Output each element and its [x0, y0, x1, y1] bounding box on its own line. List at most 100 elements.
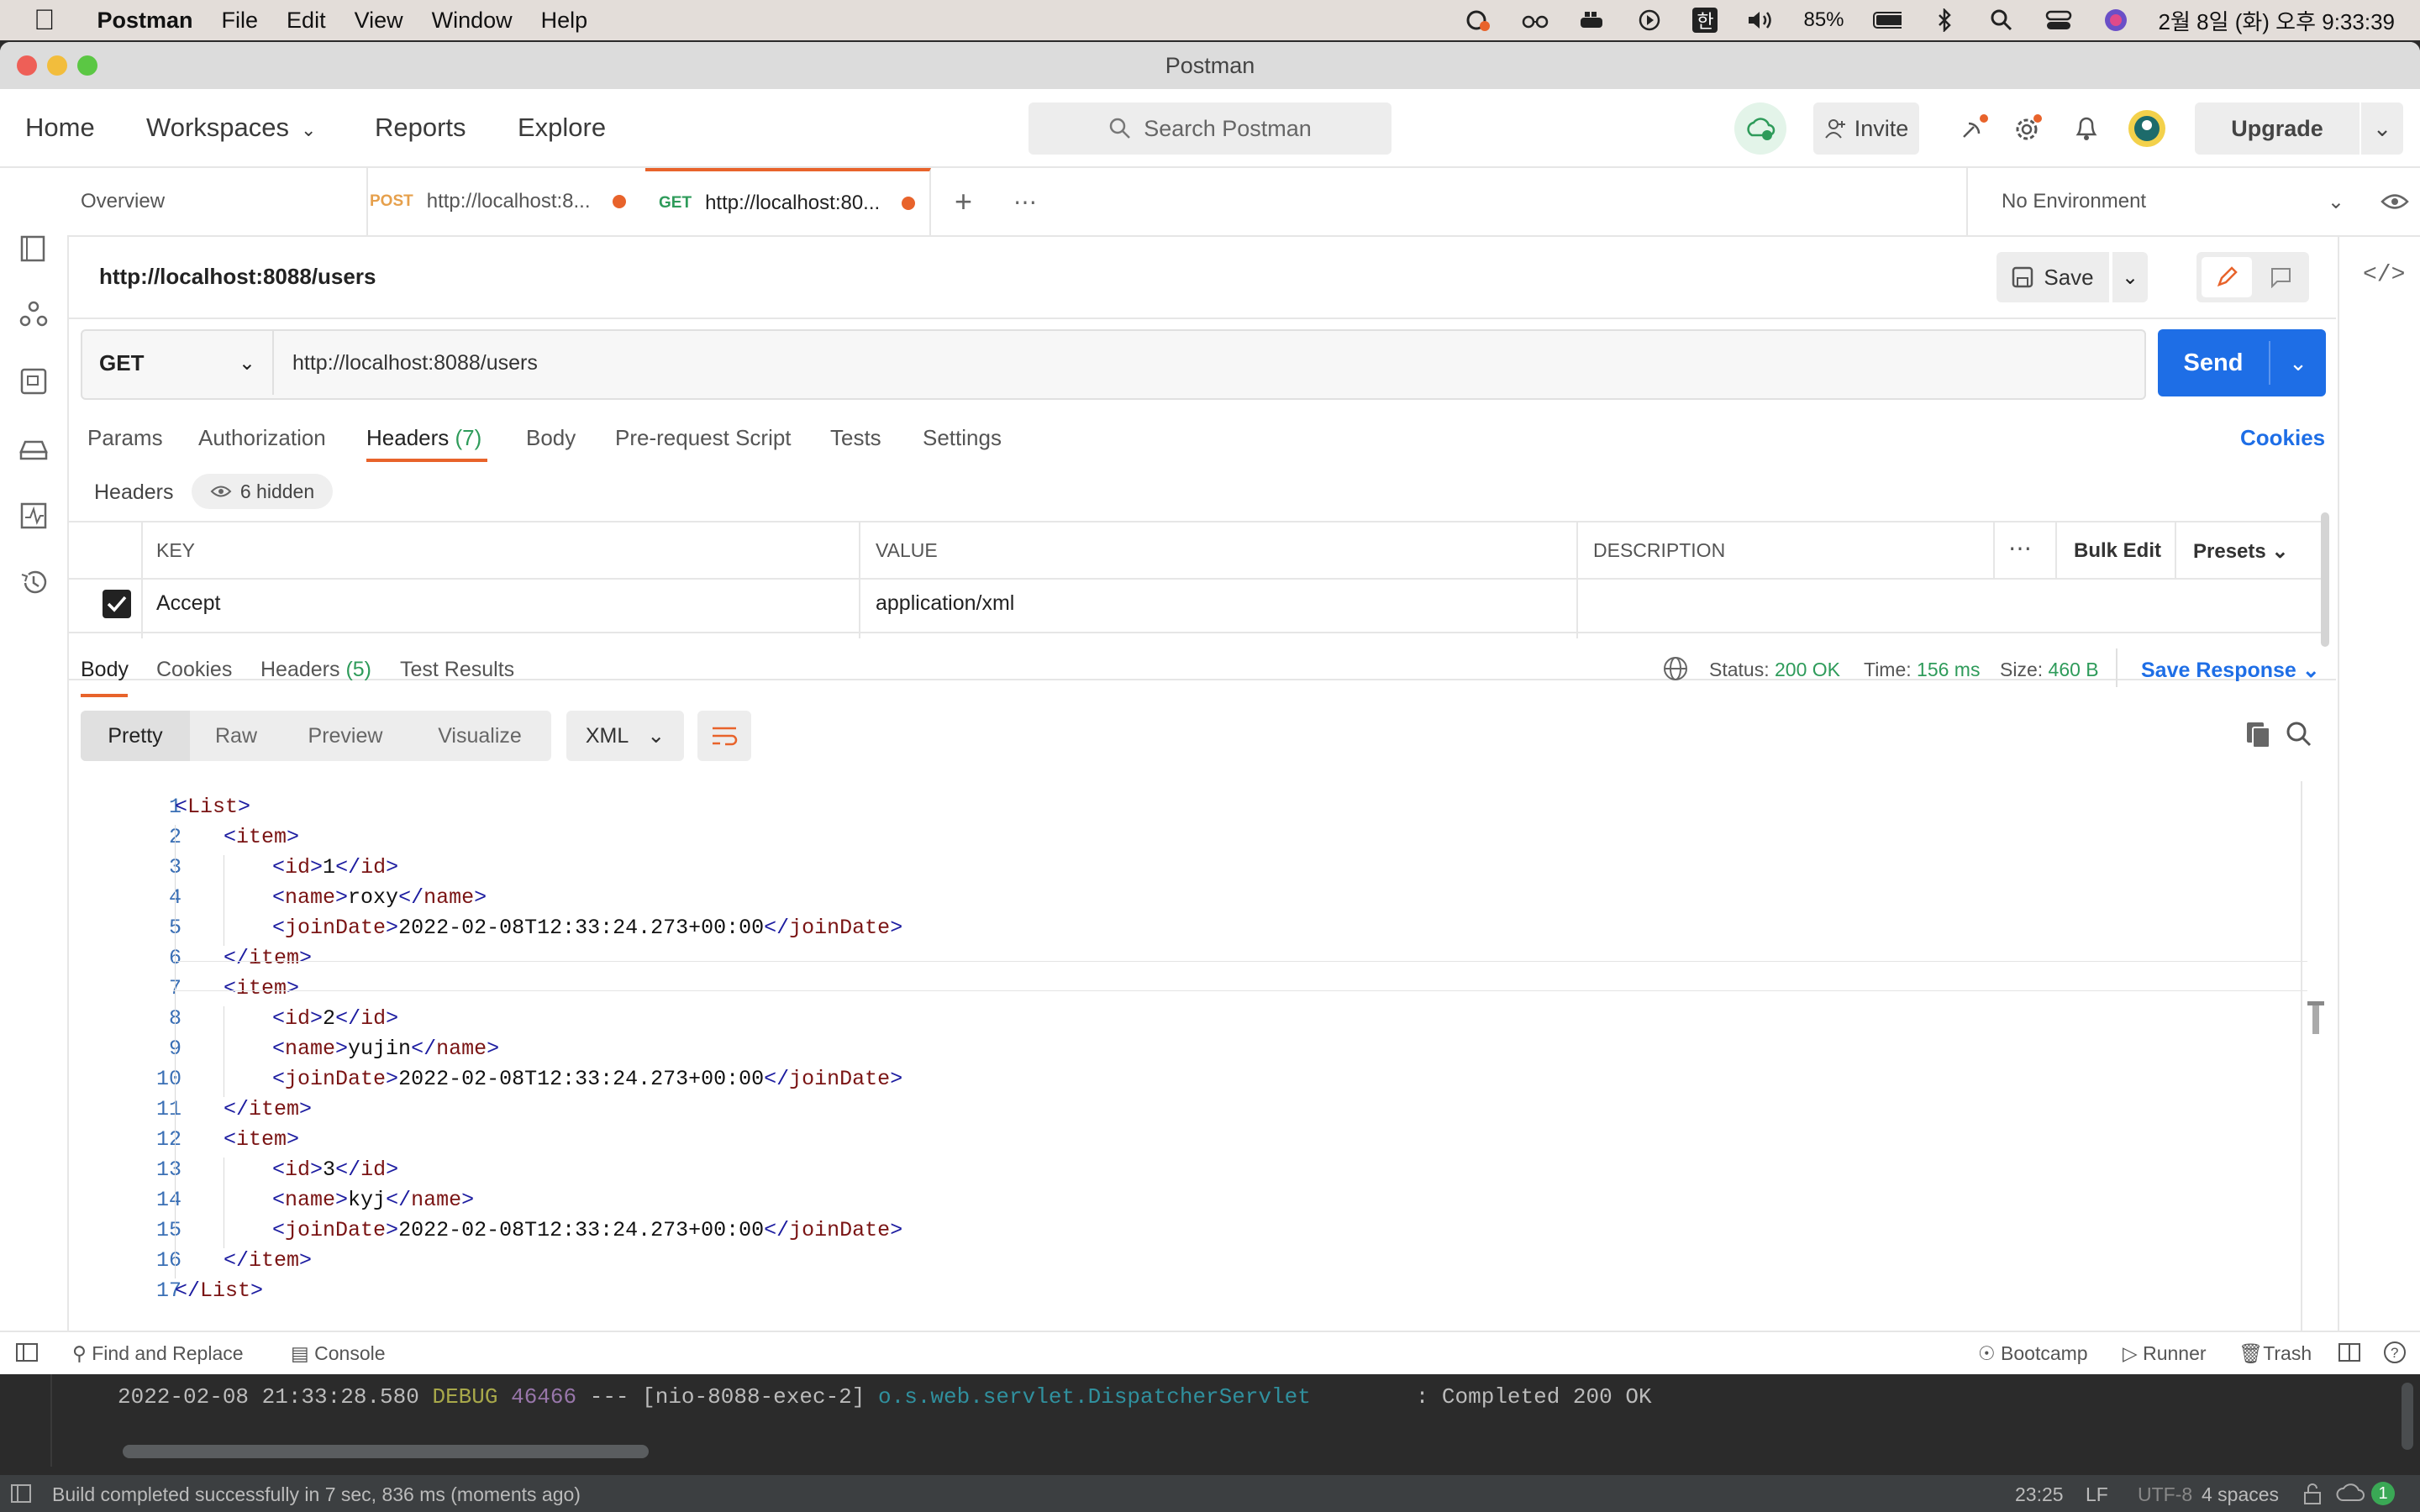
view-raw[interactable]: Raw [190, 711, 282, 761]
code-line[interactable]: <joinDate>2022-02-08T12:33:24.273+00:00<… [272, 916, 902, 940]
indent-setting[interactable]: 4 spaces [2202, 1483, 2279, 1506]
code-line[interactable]: </item> [224, 1097, 312, 1121]
file-encoding[interactable]: UTF-8 [2138, 1483, 2192, 1506]
copy-icon[interactable] [2245, 721, 2272, 749]
code-line[interactable]: </List> [175, 1278, 263, 1303]
tab-body[interactable]: Body [526, 425, 576, 451]
caret-position[interactable]: 23:25 [2015, 1483, 2064, 1506]
monitors-icon[interactable] [18, 501, 49, 531]
more-options-icon[interactable]: ⋯ [2008, 534, 2032, 562]
upgrade-dropdown-chevron-icon[interactable]: ⌄ [2361, 102, 2403, 155]
save-button[interactable]: Save [1996, 252, 2109, 302]
cookies-link[interactable]: Cookies [2240, 425, 2325, 451]
tab-authorization[interactable]: Authorization [198, 425, 326, 451]
header-key-cell[interactable]: Accept [156, 591, 220, 616]
environment-selector[interactable]: No Environment ⌄ [1966, 168, 2370, 235]
notification-count-badge[interactable]: 1 [2371, 1482, 2395, 1505]
code-line[interactable]: <id>3</id> [272, 1158, 398, 1182]
volume-icon[interactable] [1746, 8, 1775, 33]
spotlight-search-icon[interactable] [1987, 8, 2016, 33]
menu-edit[interactable]: Edit [287, 8, 326, 34]
invite-button[interactable]: Invite [1813, 102, 1919, 155]
save-response-dropdown[interactable]: Save Response ⌄ [2141, 658, 2320, 683]
headers-scrollbar[interactable] [2321, 512, 2329, 647]
input-source-icon[interactable]: 한 [1692, 8, 1718, 33]
play-icon[interactable] [1635, 8, 1664, 33]
battery-icon[interactable] [1872, 8, 1902, 33]
satellite-icon[interactable] [1953, 102, 1995, 155]
response-tab-test-results[interactable]: Test Results [400, 658, 514, 682]
menu-file[interactable]: File [222, 8, 259, 34]
tab-params[interactable]: Params [87, 425, 163, 451]
docker-icon[interactable] [1578, 8, 1607, 33]
runner-button[interactable]: ▷ Runner [2123, 1342, 2207, 1365]
method-select[interactable]: GET ⌄ [82, 331, 274, 395]
tab-overview[interactable]: Overview [67, 168, 368, 235]
presets-dropdown[interactable]: Presets ⌄ [2193, 539, 2289, 564]
request-title[interactable]: http://localhost:8088/users [99, 264, 376, 290]
search-postman-input[interactable]: Search Postman [1028, 102, 1392, 155]
wrap-lines-icon[interactable] [697, 711, 751, 761]
code-line[interactable]: <item> [224, 1127, 299, 1152]
code-line[interactable]: </item> [224, 1248, 312, 1273]
nav-explore[interactable]: Explore [518, 113, 606, 143]
send-button[interactable]: Send [2158, 329, 2269, 396]
code-line[interactable]: <name>roxy</name> [272, 885, 487, 910]
code-line[interactable]: <item> [224, 825, 299, 849]
menu-bar-clock[interactable]: 2월 8일 (화) 오후 9:33:39 [2159, 5, 2395, 36]
bootcamp-button[interactable]: ☉ Bootcamp [1978, 1342, 2088, 1365]
siri-icon[interactable] [2102, 8, 2130, 33]
code-snippet-icon[interactable]: </> [2363, 262, 2405, 288]
format-select[interactable]: XML ⌄ [566, 711, 684, 761]
menu-view[interactable]: View [355, 8, 403, 34]
find-replace-button[interactable]: ⚲ Find and Replace [72, 1342, 244, 1365]
header-enabled-checkbox[interactable] [103, 590, 131, 618]
editor-scroll-marker[interactable] [2307, 1001, 2324, 1037]
sync-status-icon[interactable] [1734, 102, 1786, 155]
event-log-icon[interactable] [2336, 1482, 2365, 1505]
response-tab-headers[interactable]: Headers (5) [260, 658, 371, 682]
size-value[interactable]: 460 B [2049, 659, 2099, 680]
nav-workspaces[interactable]: Workspaces ⌄ [146, 113, 316, 143]
control-center-icon[interactable] [2044, 8, 2073, 33]
tool-window-toggle-icon[interactable] [10, 1483, 32, 1504]
send-options-chevron-icon[interactable]: ⌄ [2270, 329, 2326, 396]
trash-button[interactable]: 🗑Trash [2238, 1342, 2312, 1365]
search-icon[interactable] [2286, 721, 2312, 748]
notifications-bell-icon[interactable] [2065, 102, 2107, 155]
nav-reports[interactable]: Reports [375, 113, 466, 143]
settings-gear-icon[interactable] [2007, 102, 2049, 155]
app-menu-postman[interactable]: Postman [97, 8, 193, 34]
environments-icon[interactable] [18, 366, 49, 396]
apple-icon[interactable]:  [34, 4, 55, 37]
line-separator[interactable]: LF [2086, 1483, 2108, 1506]
header-value-cell[interactable]: application/xml [876, 591, 1014, 616]
toggle-sidebar-icon[interactable] [15, 1342, 39, 1362]
glasses-icon[interactable] [1521, 8, 1549, 33]
build-status-text[interactable]: Build completed successfully in 7 sec, 8… [52, 1483, 581, 1506]
code-line[interactable]: <name>kyj</name> [272, 1188, 474, 1212]
more-tabs-icon[interactable]: ⋯ [1013, 168, 1037, 235]
tab-headers[interactable]: Headers (7) [366, 425, 481, 451]
url-input[interactable]: http://localhost:8088/users [292, 351, 538, 375]
console-button[interactable]: ▤ Console [291, 1342, 386, 1365]
bluetooth-icon[interactable] [1930, 8, 1959, 33]
history-icon[interactable] [18, 568, 49, 598]
menu-help[interactable]: Help [541, 8, 588, 34]
nav-home[interactable]: Home [25, 113, 95, 143]
response-body-editor[interactable]: 1<List>2<item>3<id>1</id>4<name>roxy</na… [67, 778, 2328, 1357]
edit-pencil-icon[interactable] [2202, 257, 2252, 297]
code-line[interactable]: <List> [175, 795, 250, 819]
mock-servers-icon[interactable] [18, 433, 49, 464]
save-options-chevron-icon[interactable]: ⌄ [2112, 252, 2148, 302]
help-icon[interactable]: ? [2383, 1341, 2407, 1364]
tab-post-request[interactable]: POST http://localhost:8... [370, 168, 649, 235]
console-vertical-scrollbar[interactable] [2402, 1383, 2413, 1450]
code-line[interactable]: <joinDate>2022-02-08T12:33:24.273+00:00<… [272, 1218, 902, 1242]
code-line[interactable]: <id>1</id> [272, 855, 398, 879]
eye-icon[interactable] [2370, 168, 2420, 235]
collections-icon[interactable] [18, 234, 49, 264]
apis-icon[interactable] [18, 299, 49, 329]
console-horizontal-scrollbar[interactable] [123, 1445, 649, 1458]
creative-cloud-icon[interactable] [1464, 8, 1492, 33]
